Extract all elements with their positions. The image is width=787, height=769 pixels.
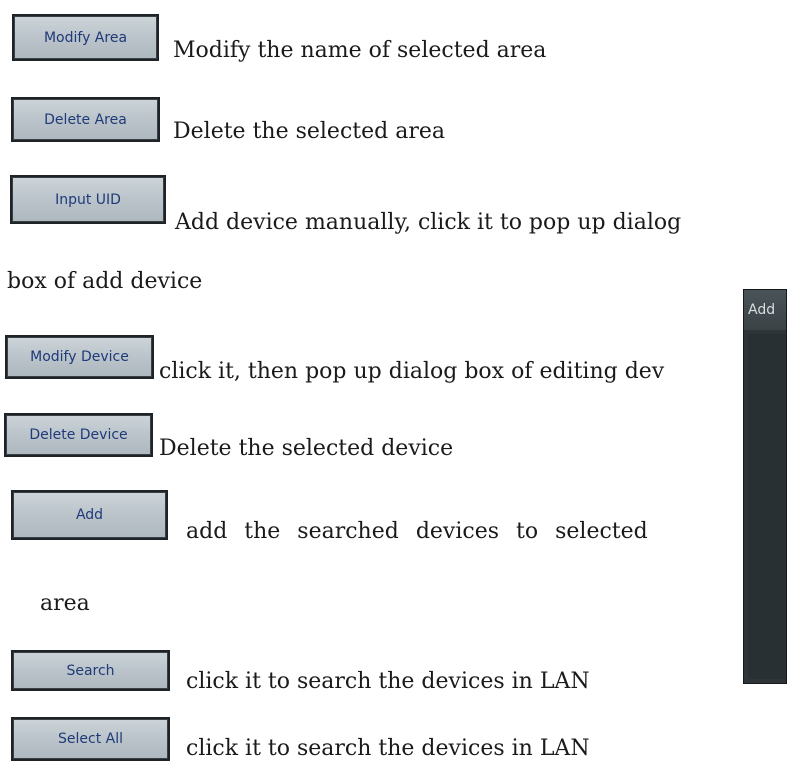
delete-device-button[interactable]: Delete Device [4,413,153,457]
delete-area-description: Delete the selected area [173,119,445,144]
delete-area-button[interactable]: Delete Area [11,97,160,142]
add-description: add the searched devices to selected [186,519,648,544]
add-dialog-header: Add [744,290,786,330]
add-description-cont: area [40,591,90,616]
input-uid-description: Add device manually, click it to pop up … [175,210,682,235]
delete-device-description: Delete the selected device [159,436,454,461]
modify-area-button[interactable]: Modify Area [12,14,159,61]
search-button[interactable]: Search [11,650,170,691]
input-uid-button[interactable]: Input UID [10,175,166,224]
add-button[interactable]: Add [11,490,168,540]
search-description: click it to search the devices in LAN [186,669,590,694]
add-dialog-body [748,334,786,679]
select-all-button[interactable]: Select All [11,717,170,761]
modify-area-description: Modify the name of selected area [173,38,547,63]
modify-device-description: click it, then pop up dialog box of edit… [159,359,665,384]
add-dialog-panel: Add [743,289,787,684]
modify-device-button[interactable]: Modify Device [5,335,154,379]
input-uid-description-cont: box of add device [7,269,203,294]
select-all-description: click it to search the devices in LAN [186,736,590,761]
